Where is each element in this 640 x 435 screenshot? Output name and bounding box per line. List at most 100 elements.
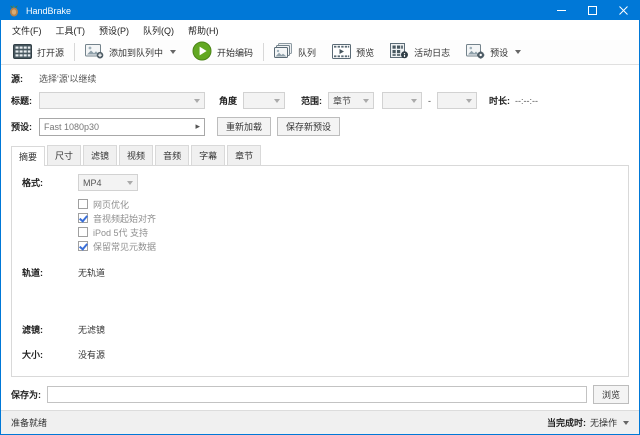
option-label: iPod 5代 支持 [93, 226, 148, 239]
option-label: 音视频起始对齐 [93, 212, 156, 225]
add-picture-icon [85, 43, 104, 61]
tab-filters[interactable]: 滤镜 [83, 145, 117, 165]
tab-subtitles[interactable]: 字幕 [191, 145, 225, 165]
preview-button[interactable]: 预览 [324, 41, 382, 64]
preset-gear-icon [466, 43, 485, 61]
when-done-value: 无操作 [590, 416, 617, 429]
filters-value: 无滤镜 [78, 323, 105, 336]
activity-log-button[interactable]: 活动日志 [382, 41, 458, 64]
open-source-button[interactable]: 打开源 [5, 41, 72, 64]
menu-help[interactable]: 帮助(H) [181, 21, 226, 40]
angle-select [243, 92, 285, 109]
preset-row: 预设: Fast 1080p30 ▸ 重新加载 保存新预设 [11, 117, 629, 136]
menu-tools[interactable]: 工具(T) [49, 21, 93, 40]
duration-label: 时长: [489, 94, 510, 107]
window-title: HandBrake [26, 6, 546, 16]
main-content: 源: 选择'源'以继续 标题: 角度 范围: 章节 - 时长: - [1, 65, 639, 410]
toolbar-separator [74, 43, 75, 61]
chevron-down-icon [170, 50, 176, 54]
format-options: 网页优化 音视频起始对齐 iPod 5代 支持 保留常见元数据 [78, 197, 628, 253]
tab-chapters[interactable]: 章节 [227, 145, 261, 165]
summary-panel: 格式: MP4 网页优化 音视频起始对齐 iPod 5代 支持 [11, 165, 629, 377]
menu-file[interactable]: 文件(F) [5, 21, 49, 40]
queue-label: 队列 [298, 46, 316, 59]
preset-label: 预设: [11, 120, 39, 133]
activity-log-label: 活动日志 [414, 46, 450, 59]
status-text: 准备就绪 [11, 416, 47, 429]
option-align-av-start: 音视频起始对齐 [78, 211, 628, 225]
option-ipod-support: iPod 5代 支持 [78, 225, 628, 239]
menubar: 文件(F) 工具(T) 预设(P) 队列(Q) 帮助(H) [1, 20, 639, 40]
statusbar: 准备就绪 当完成时: 无操作 [1, 410, 639, 434]
menu-presets[interactable]: 预设(P) [92, 21, 136, 40]
when-done-label: 当完成时: [547, 416, 586, 429]
checkbox [78, 227, 88, 237]
checkbox [78, 241, 88, 251]
chevron-right-icon: ▸ [195, 121, 200, 132]
size-label: 大小: [22, 348, 78, 361]
option-web-optimized: 网页优化 [78, 197, 628, 211]
tab-audio[interactable]: 音频 [155, 145, 189, 165]
maximize-button[interactable] [577, 1, 608, 20]
tracks-label: 轨道: [22, 266, 78, 279]
add-to-queue-label: 添加到队列中 [109, 46, 163, 59]
open-source-label: 打开源 [37, 46, 64, 59]
start-encode-button[interactable]: 开始编码 [184, 41, 261, 64]
play-icon [192, 41, 212, 63]
title-row: 标题: 角度 范围: 章节 - 时长: --:--:-- [11, 92, 629, 109]
save-new-preset-button[interactable]: 保存新预设 [277, 117, 340, 136]
save-as-label: 保存为: [11, 388, 47, 401]
chevron-down-icon [411, 99, 417, 103]
range-type-select: 章节 [328, 92, 374, 109]
option-label: 网页优化 [93, 198, 129, 211]
titlebar: HandBrake [1, 1, 639, 20]
close-button[interactable] [608, 1, 639, 20]
option-label: 保留常见元数据 [93, 240, 156, 253]
photo-stack-icon [274, 43, 293, 61]
save-row: 保存为: 浏览 [11, 385, 629, 404]
range-end-select [437, 92, 477, 109]
when-done-dropdown[interactable]: 当完成时: 无操作 [547, 416, 629, 429]
range-separator: - [428, 96, 431, 106]
chevron-down-icon [623, 421, 629, 425]
format-label: 格式: [22, 176, 78, 189]
range-label: 范围: [301, 94, 322, 107]
queue-button[interactable]: 队列 [266, 41, 324, 64]
size-value: 没有源 [78, 348, 105, 361]
menu-queue[interactable]: 队列(Q) [136, 21, 181, 40]
source-value: 选择'源'以继续 [39, 72, 96, 85]
save-path-input[interactable] [47, 386, 587, 403]
filters-label: 滤镜: [22, 323, 78, 336]
reload-preset-button[interactable]: 重新加载 [217, 117, 271, 136]
handbrake-logo-icon [8, 5, 20, 17]
tabstrip: 摘要 尺寸 滤镜 视频 音频 字幕 章节 [11, 145, 629, 165]
format-select: MP4 [78, 174, 138, 191]
preview-label: 预览 [356, 46, 374, 59]
chevron-down-icon [466, 99, 472, 103]
activity-log-icon [390, 43, 409, 61]
toolbar-separator [263, 43, 264, 61]
size-row: 大小: 没有源 [22, 348, 628, 361]
title-select [39, 92, 205, 109]
tab-summary[interactable]: 摘要 [11, 146, 45, 166]
format-row: 格式: MP4 [22, 174, 628, 191]
chevron-down-icon [274, 99, 280, 103]
presets-button[interactable]: 预设 [458, 41, 529, 64]
tab-dimensions[interactable]: 尺寸 [47, 145, 81, 165]
minimize-button[interactable] [546, 1, 577, 20]
source-label: 源: [11, 72, 39, 85]
angle-label: 角度 [219, 94, 237, 107]
handbrake-window: HandBrake 文件(F) 工具(T) 预设(P) 队列(Q) 帮助(H) [0, 0, 640, 435]
chevron-down-icon [363, 99, 369, 103]
start-encode-label: 开始编码 [217, 46, 253, 59]
source-row: 源: 选择'源'以继续 [11, 72, 629, 85]
toolbar: 打开源 添加到队列中 开始编码 [1, 40, 639, 65]
preset-select[interactable]: Fast 1080p30 ▸ [39, 118, 205, 136]
add-to-queue-button[interactable]: 添加到队列中 [77, 41, 184, 64]
chevron-down-icon [515, 50, 521, 54]
tab-video[interactable]: 视频 [119, 145, 153, 165]
title-label: 标题: [11, 94, 39, 107]
checkbox [78, 199, 88, 209]
film-preview-icon [332, 44, 351, 61]
browse-button[interactable]: 浏览 [593, 385, 629, 404]
